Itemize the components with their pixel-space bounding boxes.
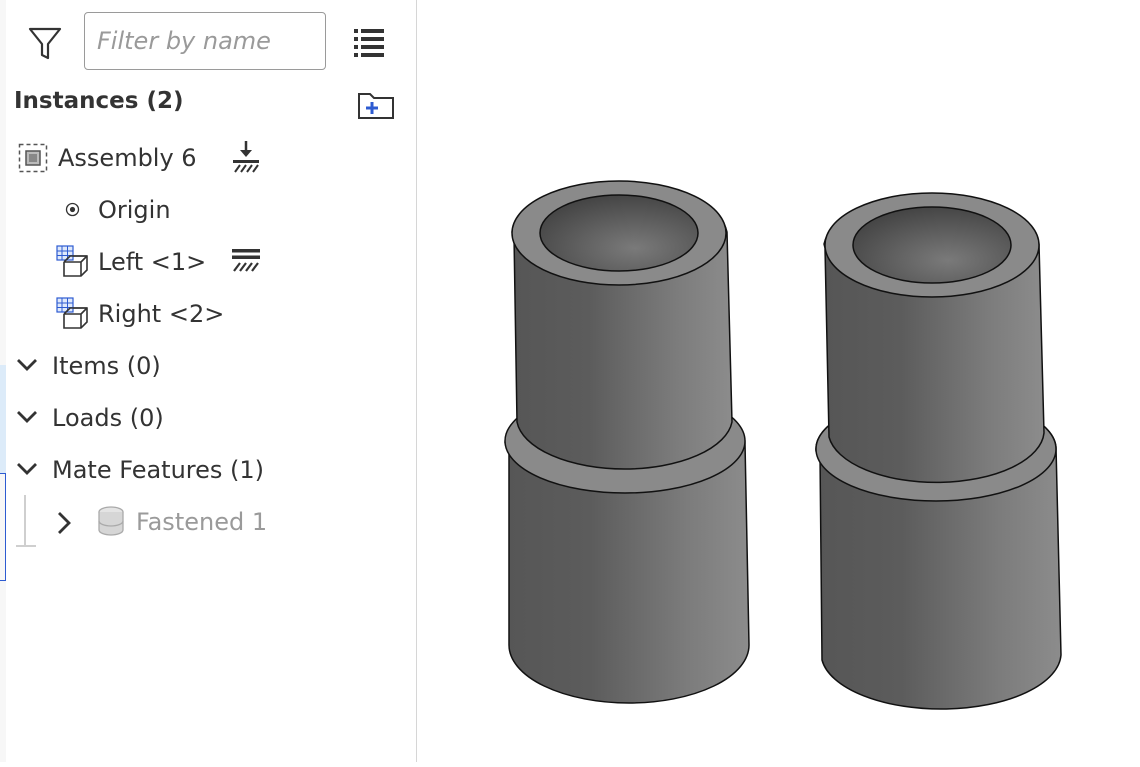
mate-fastened-label[interactable]: Fastened 1: [136, 508, 267, 536]
3d-viewport[interactable]: [417, 0, 1140, 762]
origin-icon: [65, 202, 80, 217]
part-right[interactable]: [815, 192, 1062, 710]
section-loads-label[interactable]: Loads (0): [52, 404, 164, 432]
chevron-down-icon[interactable]: [16, 409, 38, 425]
chevron-right-icon[interactable]: [56, 511, 72, 535]
instance-origin-label[interactable]: Origin: [98, 196, 171, 224]
instance-assembly-label[interactable]: Assembly 6: [58, 144, 197, 172]
section-mate-features-label[interactable]: Mate Features (1): [52, 456, 264, 484]
model-view: [504, 180, 1062, 710]
part-instance-icon: [56, 297, 88, 329]
instance-left-label[interactable]: Left <1>: [98, 248, 206, 276]
new-folder-icon[interactable]: [356, 90, 396, 122]
section-items-label[interactable]: Items (0): [52, 352, 161, 380]
tree-guide-line: [24, 495, 26, 545]
list-view-icon[interactable]: [354, 26, 384, 58]
fix-icon[interactable]: [230, 139, 262, 173]
fastened-mate-icon: [98, 506, 124, 536]
filter-icon[interactable]: [28, 26, 62, 62]
part-instance-icon: [56, 245, 88, 277]
instances-heading: Instances (2): [14, 88, 184, 114]
chevron-down-icon[interactable]: [16, 461, 38, 477]
fixed-indicator-icon: [232, 249, 260, 272]
filter-by-name-input[interactable]: [85, 13, 325, 69]
part-left[interactable]: [504, 180, 750, 704]
tree-guide-tick: [16, 545, 36, 547]
instance-list-panel: Instances (2) Assembly 6 Origin Left <1>: [6, 0, 417, 762]
assembly-icon: [18, 143, 48, 173]
chevron-down-icon[interactable]: [16, 357, 38, 373]
filter-by-name-input-wrapper[interactable]: [84, 12, 326, 70]
instance-right-label[interactable]: Right <2>: [98, 300, 224, 328]
